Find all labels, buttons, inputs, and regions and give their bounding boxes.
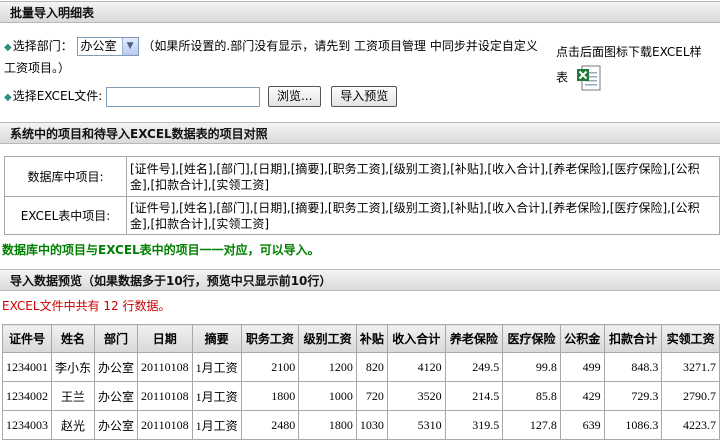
cell-value: 249.5 — [444, 352, 504, 382]
cell-value: 319.5 — [444, 410, 504, 440]
file-label: 选择EXCEL文件: — [12, 89, 103, 103]
cell-value: 639 — [559, 410, 605, 440]
mapping-table: 数据库中项目: [证件号],[姓名],[部门],[日期],[摘要],[职务工资]… — [4, 156, 720, 235]
cell-value: 429 — [559, 381, 605, 411]
cell-name: 赵光 — [50, 410, 96, 440]
cell-value: 4120 — [386, 352, 446, 382]
cell-id: 1234002 — [2, 381, 52, 411]
chevron-down-icon[interactable]: ▼ — [121, 38, 138, 55]
cell-value: 2480 — [240, 410, 300, 440]
browse-button[interactable]: 浏览... — [267, 86, 322, 107]
col-header: 姓名 — [50, 324, 96, 353]
col-header: 补贴 — [355, 324, 388, 353]
cell-value: 720 — [355, 381, 388, 411]
cell-name: 李小东 — [50, 352, 96, 382]
mapping-row-db: 数据库中项目: [证件号],[姓名],[部门],[日期],[摘要],[职务工资]… — [4, 156, 720, 197]
download-text-tail: 表 — [556, 70, 569, 85]
col-header: 扣款合计 — [603, 324, 663, 353]
mapping-value-db: [证件号],[姓名],[部门],[日期],[摘要],[职务工资],[级别工资],… — [126, 156, 720, 197]
col-header: 证件号 — [2, 324, 52, 353]
cell-dept: 办公室 — [94, 381, 139, 411]
cell-name: 王兰 — [50, 381, 96, 411]
download-text: 点击后面图标下载EXCEL样 — [556, 45, 702, 59]
cell-summary: 1月工资 — [191, 381, 242, 411]
cell-value: 214.5 — [444, 381, 504, 411]
cell-date: 20110108 — [137, 410, 193, 440]
cell-summary: 1月工资 — [191, 410, 242, 440]
dept-row: ◆选择部门： 办公室 ▼ （如果所设置的.部门没有显示，请先到 工资项目管理 中同… — [4, 36, 544, 78]
cell-value: 1000 — [298, 381, 357, 411]
cell-value: 2100 — [240, 352, 300, 382]
mapping-label-excel: EXCEL表中项目: — [4, 196, 127, 235]
cell-value: 1086.3 — [603, 410, 663, 440]
cell-value: 3520 — [386, 381, 446, 411]
diamond-bullet-icon: ◆ — [4, 92, 12, 103]
col-header: 医疗保险 — [502, 324, 561, 353]
col-header: 日期 — [137, 324, 193, 353]
cell-dept: 办公室 — [94, 410, 139, 440]
cell-value: 99.8 — [502, 352, 561, 382]
col-header: 实领工资 — [661, 324, 720, 353]
row-count-note: EXCEL文件中共有 12 行数据。 — [2, 299, 171, 313]
col-header: 部门 — [94, 324, 139, 353]
cell-value: 127.8 — [502, 410, 561, 440]
col-header: 职务工资 — [240, 324, 300, 353]
dept-select[interactable]: 办公室 ▼ — [76, 37, 139, 56]
dept-select-value: 办公室 — [80, 39, 117, 53]
preview-section-title: 导入数据预览（如果数据多于10行，预览中只显示前10行） — [0, 269, 720, 291]
cell-value: 4223.7 — [661, 410, 720, 440]
mapping-row-excel: EXCEL表中项目: [证件号],[姓名],[部门],[日期],[摘要],[职务… — [4, 196, 720, 235]
match-status-note: 数据库中的项目与EXCEL表中的项目一一对应，可以导入。 — [2, 243, 320, 257]
download-template: 点击后面图标下载EXCEL样 表 — [556, 40, 718, 92]
cell-date: 20110108 — [137, 352, 193, 382]
cell-value: 1200 — [298, 352, 357, 382]
table-row: 1234002 王兰 办公室 20110108 1月工资 1800 1000 7… — [2, 381, 720, 411]
cell-dept: 办公室 — [94, 352, 139, 382]
cell-id: 1234003 — [2, 410, 52, 440]
file-path-input[interactable] — [106, 86, 261, 107]
cell-value: 3271.7 — [661, 352, 720, 382]
cell-id: 1234001 — [2, 352, 52, 382]
cell-value: 499 — [559, 352, 605, 382]
cell-value: 1800 — [240, 381, 300, 411]
dept-label: 选择部门： — [12, 39, 73, 53]
cell-value: 85.8 — [502, 381, 561, 411]
col-header: 公积金 — [559, 324, 605, 353]
cell-summary: 1月工资 — [191, 352, 242, 382]
cell-value: 848.3 — [603, 352, 663, 382]
mapping-label-db: 数据库中项目: — [4, 156, 127, 197]
import-preview-button[interactable]: 导入预览 — [331, 86, 398, 107]
cell-value: 1800 — [298, 410, 357, 440]
cell-value: 2790.7 — [661, 381, 720, 411]
import-section-title: 批量导入明细表 — [0, 1, 720, 23]
cell-value: 729.3 — [603, 381, 663, 411]
table-row: 1234003 赵光 办公室 20110108 1月工资 2480 1800 1… — [2, 410, 720, 440]
col-header: 收入合计 — [386, 324, 446, 353]
excel-file-icon[interactable] — [576, 64, 602, 92]
table-row: 1234001 李小东 办公室 20110108 1月工资 2100 1200 … — [2, 352, 720, 382]
diamond-bullet-icon: ◆ — [4, 42, 12, 53]
preview-header-row: 证件号 姓名 部门 日期 摘要 职务工资 级别工资 补贴 收入合计 养老保险 医… — [2, 324, 720, 353]
file-row: ◆选择EXCEL文件: 浏览... 导入预览 — [4, 85, 398, 109]
cell-value: 5310 — [386, 410, 446, 440]
cell-value: 1030 — [355, 410, 388, 440]
col-header: 级别工资 — [298, 324, 357, 353]
cell-date: 20110108 — [137, 381, 193, 411]
cell-value: 820 — [355, 352, 388, 382]
col-header: 摘要 — [191, 324, 242, 353]
col-header: 养老保险 — [444, 324, 504, 353]
mapping-value-excel: [证件号],[姓名],[部门],[日期],[摘要],[职务工资],[级别工资],… — [126, 196, 720, 235]
preview-table: 证件号 姓名 部门 日期 摘要 职务工资 级别工资 补贴 收入合计 养老保险 医… — [2, 324, 720, 440]
mapping-section-title: 系统中的项目和待导入EXCEL数据表的项目对照 — [0, 122, 720, 144]
